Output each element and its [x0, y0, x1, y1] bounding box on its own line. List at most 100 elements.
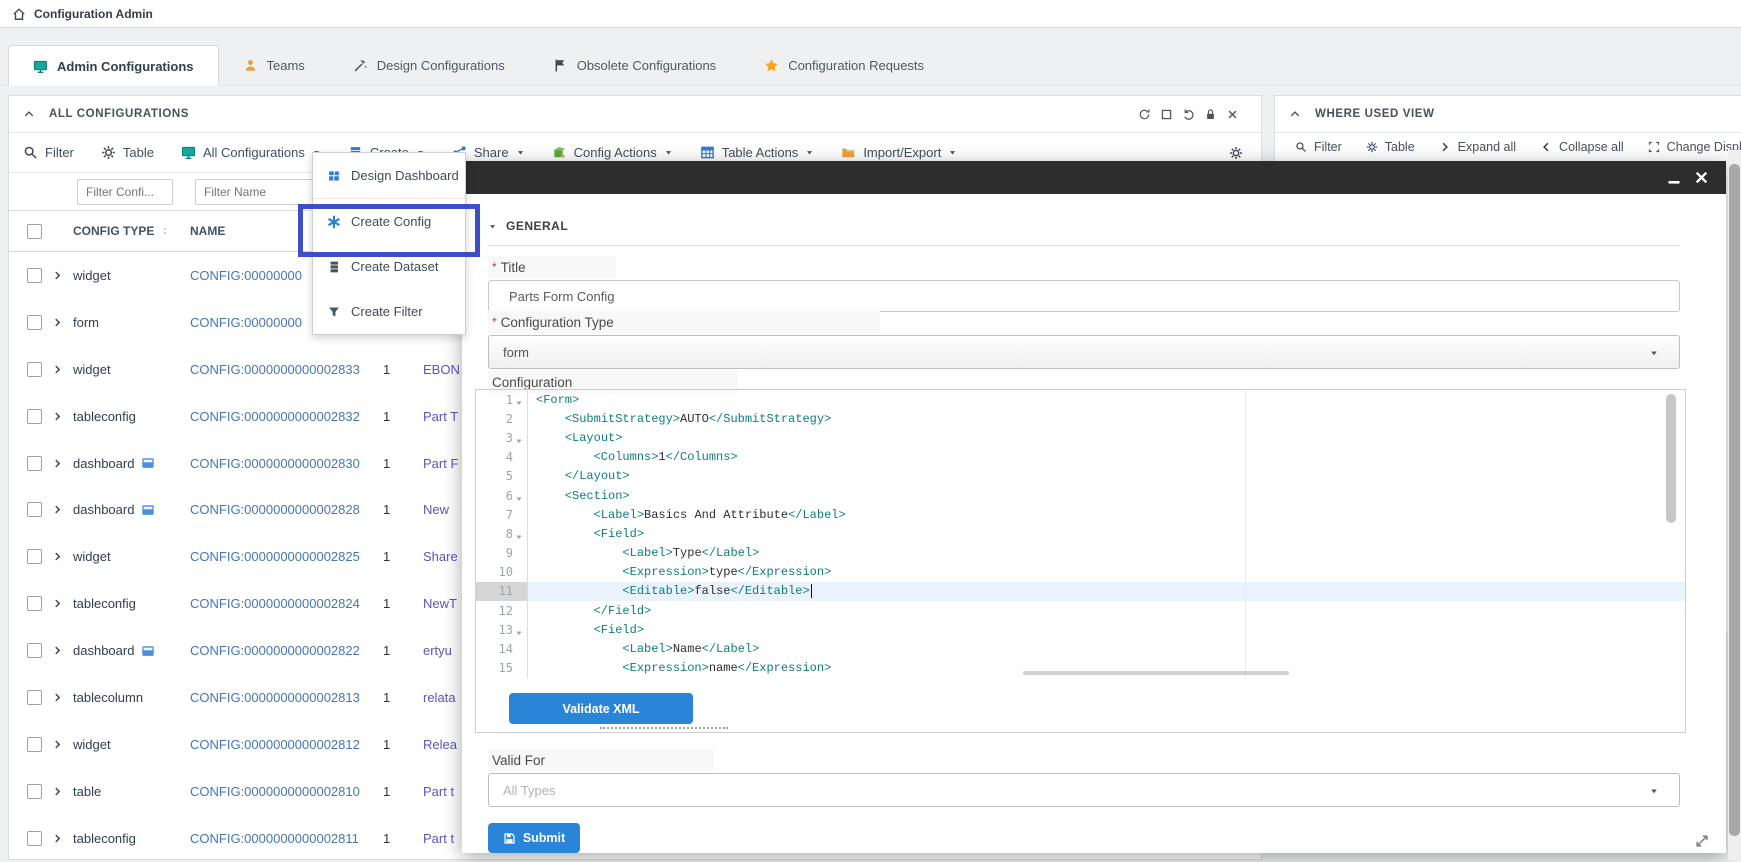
- row-checkbox[interactable]: [27, 456, 42, 471]
- xml-code-editor[interactable]: 1<Form>2 <SubmitStrategy>AUTO</SubmitStr…: [476, 390, 1685, 679]
- tab-configuration-requests[interactable]: Configuration Requests: [740, 46, 948, 85]
- close-icon[interactable]: [1226, 108, 1239, 121]
- row-checkbox[interactable]: [27, 831, 42, 846]
- lock-icon[interactable]: [1204, 108, 1217, 121]
- code-line-4[interactable]: 4 <Columns>1</Columns>: [476, 448, 1685, 467]
- code-line-12[interactable]: 12 </Field>: [476, 601, 1685, 620]
- row-expand[interactable]: [41, 504, 73, 515]
- code-line-11[interactable]: 11 <Editable>false</Editable>: [476, 582, 1685, 601]
- column-config-type[interactable]: CONFIG TYPE: [73, 224, 190, 238]
- collapse-panel-icon[interactable]: [23, 108, 35, 120]
- row-checkbox[interactable]: [27, 409, 42, 424]
- toolbar-item-table[interactable]: Table: [1366, 140, 1415, 154]
- tab-design-configurations[interactable]: Design Configurations: [329, 46, 529, 85]
- collapse-panel-icon[interactable]: [1289, 108, 1301, 120]
- config-link[interactable]: CONFIG:0000000000002813: [190, 690, 383, 705]
- config-link[interactable]: CONFIG:0000000000002828: [190, 502, 383, 517]
- code-line-8[interactable]: 8 <Field>: [476, 524, 1685, 543]
- menu-item-create-filter[interactable]: Create Filter: [313, 289, 465, 334]
- refresh-icon[interactable]: [1138, 108, 1151, 121]
- fold-caret-icon[interactable]: [515, 626, 523, 634]
- validate-xml-button[interactable]: Validate XML: [509, 693, 693, 724]
- row-expand[interactable]: [41, 317, 73, 328]
- fold-caret-icon[interactable]: [515, 530, 523, 538]
- row-expand[interactable]: [41, 598, 73, 609]
- row-checkbox[interactable]: [27, 643, 42, 658]
- row-checkbox[interactable]: [27, 362, 42, 377]
- fold-caret-icon[interactable]: [515, 434, 523, 442]
- scrollbar-thumb[interactable]: [1729, 164, 1740, 836]
- sort-icon[interactable]: [160, 225, 170, 237]
- toolbar-item-expand-all[interactable]: Expand all: [1439, 140, 1516, 154]
- row-expand[interactable]: [41, 739, 73, 750]
- settings-gear-icon[interactable]: [1229, 146, 1243, 160]
- config-link[interactable]: CONFIG:0000000000002833: [190, 362, 383, 377]
- toolbar-item-import-export[interactable]: Import/Export: [841, 145, 957, 160]
- toolbar-item-change-display-l[interactable]: Change Display l: [1648, 140, 1741, 154]
- editor-horizontal-scrollbar[interactable]: [1023, 671, 1289, 675]
- row-expand[interactable]: [41, 411, 73, 422]
- resize-handle-icon[interactable]: [1694, 833, 1710, 849]
- row-checkbox[interactable]: [27, 690, 42, 705]
- code-line-6[interactable]: 6 <Section>: [476, 486, 1685, 505]
- configuration-type-select[interactable]: form: [488, 335, 1680, 369]
- row-expand[interactable]: [41, 364, 73, 375]
- toolbar-item-table[interactable]: Table: [101, 145, 154, 160]
- row-expand[interactable]: [41, 645, 73, 656]
- code-line-14[interactable]: 14 <Label>Name</Label>: [476, 639, 1685, 658]
- row-expand[interactable]: [41, 270, 73, 281]
- code-line-2[interactable]: 2 <SubmitStrategy>AUTO</SubmitStrategy>: [476, 409, 1685, 428]
- code-line-5[interactable]: 5 </Layout>: [476, 467, 1685, 486]
- editor-vertical-scrollbar[interactable]: [1666, 392, 1676, 677]
- row-expand[interactable]: [41, 458, 73, 469]
- select-all-checkbox[interactable]: [27, 224, 42, 239]
- filter-name-input[interactable]: [195, 179, 313, 205]
- valid-for-select[interactable]: All Types: [488, 773, 1680, 807]
- row-checkbox[interactable]: [27, 596, 42, 611]
- page-scrollbar[interactable]: [1728, 150, 1741, 860]
- code-line-10[interactable]: 10 <Expression>type</Expression>: [476, 563, 1685, 582]
- toolbar-item-filter[interactable]: Filter: [23, 145, 74, 160]
- toolbar-item-table-actions[interactable]: Table Actions: [700, 145, 815, 160]
- row-checkbox[interactable]: [27, 737, 42, 752]
- config-link[interactable]: CONFIG:0000000000002822: [190, 643, 383, 658]
- dialog-titlebar[interactable]: [462, 161, 1726, 194]
- row-checkbox[interactable]: [27, 502, 42, 517]
- fold-caret-icon[interactable]: [515, 396, 523, 404]
- row-checkbox[interactable]: [27, 784, 42, 799]
- title-input[interactable]: Parts Form Config: [488, 280, 1680, 312]
- fold-caret-icon[interactable]: [515, 492, 523, 500]
- config-link[interactable]: CONFIG:0000000000002830: [190, 456, 383, 471]
- menu-item-design-dashboard[interactable]: Design Dashboard: [313, 153, 465, 199]
- row-expand[interactable]: [41, 833, 73, 844]
- row-checkbox[interactable]: [27, 268, 42, 283]
- config-link[interactable]: CONFIG:0000000000002812: [190, 737, 383, 752]
- code-line-1[interactable]: 1<Form>: [476, 390, 1685, 409]
- config-link[interactable]: CONFIG:0000000000002810: [190, 784, 383, 799]
- row-checkbox[interactable]: [27, 315, 42, 330]
- filter-config-type-input[interactable]: [77, 179, 173, 205]
- toolbar-item-config-actions[interactable]: Config Actions: [552, 145, 673, 160]
- general-section-header[interactable]: GENERAL: [488, 219, 568, 233]
- scrollbar-thumb[interactable]: [1666, 394, 1676, 523]
- tab-teams[interactable]: Teams: [219, 46, 329, 85]
- home-icon[interactable]: [12, 7, 26, 21]
- row-checkbox[interactable]: [27, 549, 42, 564]
- config-link[interactable]: CONFIG:0000000000002832: [190, 409, 383, 424]
- tab-obsolete-configurations[interactable]: Obsolete Configurations: [529, 46, 740, 85]
- minimize-icon[interactable]: [1666, 170, 1682, 186]
- config-link[interactable]: CONFIG:0000000000002811: [190, 831, 383, 846]
- submit-button[interactable]: Submit: [488, 823, 580, 853]
- tab-admin-configurations[interactable]: Admin Configurations: [8, 45, 219, 86]
- close-icon[interactable]: [1693, 169, 1710, 186]
- row-expand[interactable]: [41, 551, 73, 562]
- code-line-9[interactable]: 9 <Label>Type</Label>: [476, 544, 1685, 563]
- toolbar-item-all-configurations[interactable]: All Configurations: [181, 145, 321, 160]
- undo-icon[interactable]: [1182, 108, 1195, 121]
- toolbar-item-filter[interactable]: Filter: [1295, 140, 1342, 154]
- code-line-3[interactable]: 3 <Layout>: [476, 428, 1685, 447]
- config-link[interactable]: CONFIG:0000000000002825: [190, 549, 383, 564]
- toolbar-item-collapse-all[interactable]: Collapse all: [1540, 140, 1624, 154]
- restore-icon[interactable]: [1160, 108, 1173, 121]
- code-line-13[interactable]: 13 <Field>: [476, 620, 1685, 639]
